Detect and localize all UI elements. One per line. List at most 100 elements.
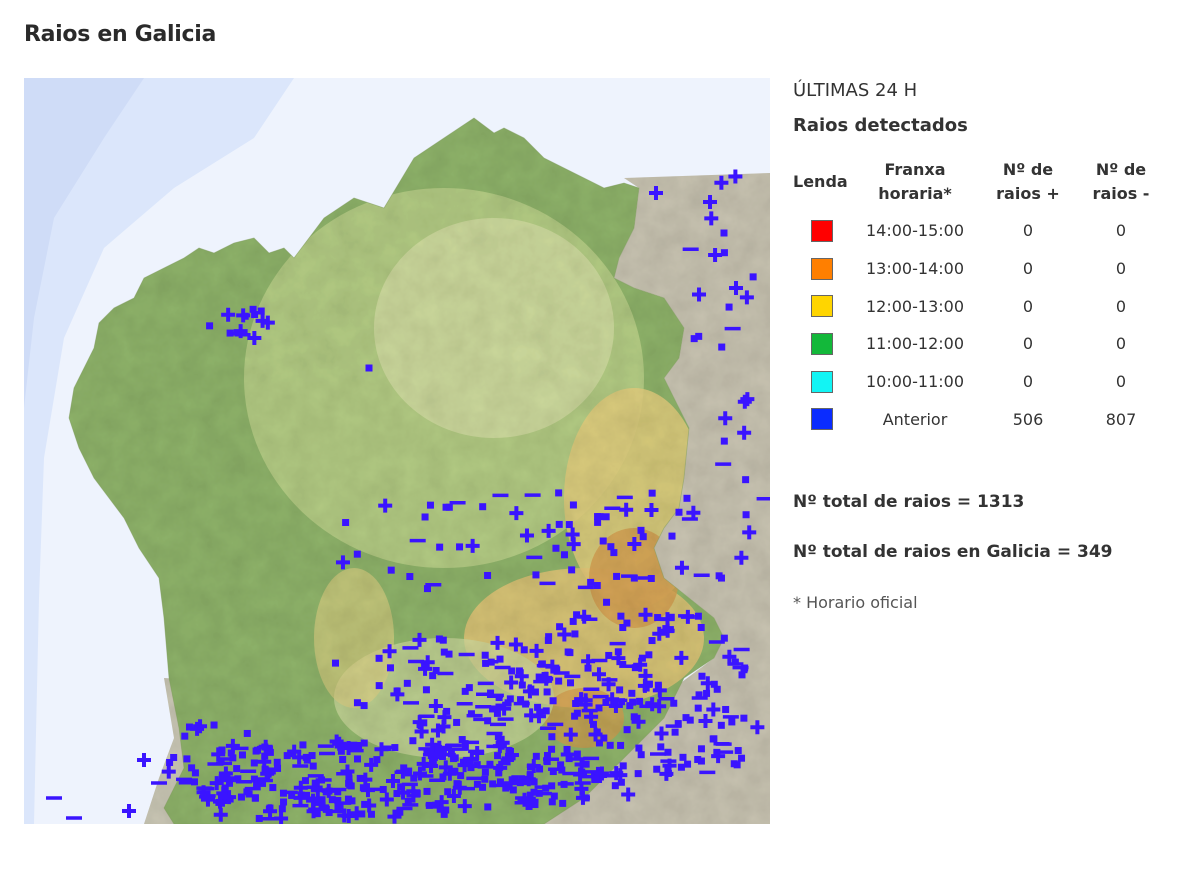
strike-negative-marker [549,768,557,776]
strike-negative-marker [206,322,214,330]
strike-negative-marker [671,728,679,736]
strike-negative-marker [226,329,234,337]
strike-negative-marker [728,718,736,726]
strike-negative-marker [283,752,291,760]
strike-negative-marker [602,698,610,706]
strike-negative-marker [634,770,642,778]
strike-negative-marker [742,476,750,484]
strike-negative-marker [461,687,469,695]
strike-negative-marker [677,763,685,771]
strike-negative-marker [436,805,444,813]
strike-negative-marker [545,633,553,641]
strike-negative-marker [532,571,540,579]
total-strikes-galicia: Nº total de raios en Galicia = 349 [793,542,1113,562]
strike-negative-marker [313,810,321,818]
strike-negative-marker [278,805,286,813]
strike-negative-marker [436,543,444,551]
strike-negative-marker [717,721,725,729]
strike-negative-marker [243,788,251,796]
positive-count: 506 [1012,409,1044,429]
color-swatch [811,257,833,280]
strike-negative-marker [269,784,277,792]
header-negative: Nº de raios - [1077,158,1165,212]
strike-negative-marker [629,698,637,706]
strike-negative-marker [694,704,702,712]
legend-row: 10:00-11:00 0 0 [793,363,1165,401]
strike-negative-marker [251,794,259,802]
strike-negative-marker [360,702,368,710]
strike-negative-marker [473,761,481,769]
strike-negative-marker [614,648,622,656]
strike-negative-marker [434,744,442,752]
strike-negative-marker [339,755,347,763]
strike-negative-marker [616,686,624,694]
strike-negative-marker [336,802,344,810]
lightning-map[interactable] [24,78,770,824]
strike-negative-marker [221,784,229,792]
legend-row: 12:00-13:00 0 0 [793,287,1165,325]
header-range-line1: Franxa [884,160,946,179]
strike-negative-marker [602,513,610,521]
strike-negative-marker [487,658,495,666]
strike-negative-marker [353,755,361,763]
strike-negative-marker [694,755,702,763]
strike-negative-marker [675,508,683,516]
strike-negative-marker [605,651,613,659]
strike-negative-marker [467,710,475,718]
time-range: Anterior [882,409,948,429]
strike-negative-marker [255,814,263,822]
strike-negative-marker [484,717,492,725]
strike-negative-marker [619,624,627,632]
strike-negative-marker [233,765,241,773]
strike-negative-marker [619,762,627,770]
strike-negative-marker [435,635,443,643]
strike-negative-marker [638,654,646,662]
strike-negative-marker [345,779,353,787]
negative-count: 0 [1115,296,1127,316]
strike-negative-marker [733,761,741,769]
positive-count: 0 [1022,296,1034,316]
strike-negative-marker [642,684,650,692]
strike-negative-marker [191,769,199,777]
strike-negative-marker [709,735,717,743]
strike-negative-marker [489,705,497,713]
negative-count: 0 [1115,372,1127,392]
strike-negative-marker [617,741,625,749]
positive-count: 0 [1022,372,1034,392]
strike-negative-marker [690,335,698,343]
strike-negative-marker [545,675,553,683]
strike-negative-marker [299,741,307,749]
header-negative-line1: Nº de [1095,160,1147,179]
strike-negative-marker [567,679,575,687]
strike-negative-marker [227,749,235,757]
strike-negative-marker [238,751,246,759]
strike-negative-marker [353,699,361,707]
strike-negative-marker [628,689,636,697]
strike-negative-marker [365,364,373,372]
strike-negative-marker [302,753,310,761]
legend-row: Anterior 506 807 [793,400,1165,438]
strike-negative-marker [623,726,631,734]
panel-subtitle: Raios detectados [793,115,968,136]
strike-negative-marker [494,752,502,760]
strike-negative-marker [670,699,678,707]
strike-negative-marker [654,614,662,622]
land-plateau [374,218,614,438]
strike-negative-marker [566,649,574,657]
strike-negative-marker [718,343,726,351]
strike-negative-marker [373,756,381,764]
color-swatch [811,370,833,393]
strike-negative-marker [542,707,550,715]
strike-negative-marker [565,521,573,529]
strike-negative-marker [617,612,625,620]
strike-negative-marker [481,651,489,659]
strike-negative-marker [734,747,742,755]
strike-negative-marker [725,303,733,311]
strike-negative-marker [445,650,453,658]
strike-negative-marker [645,701,653,709]
period-label: ÚLTIMAS 24 H [793,80,918,101]
strike-negative-marker [595,704,603,712]
strike-negative-marker [738,671,746,679]
strike-negative-marker [555,677,563,685]
strike-negative-marker [722,705,730,713]
